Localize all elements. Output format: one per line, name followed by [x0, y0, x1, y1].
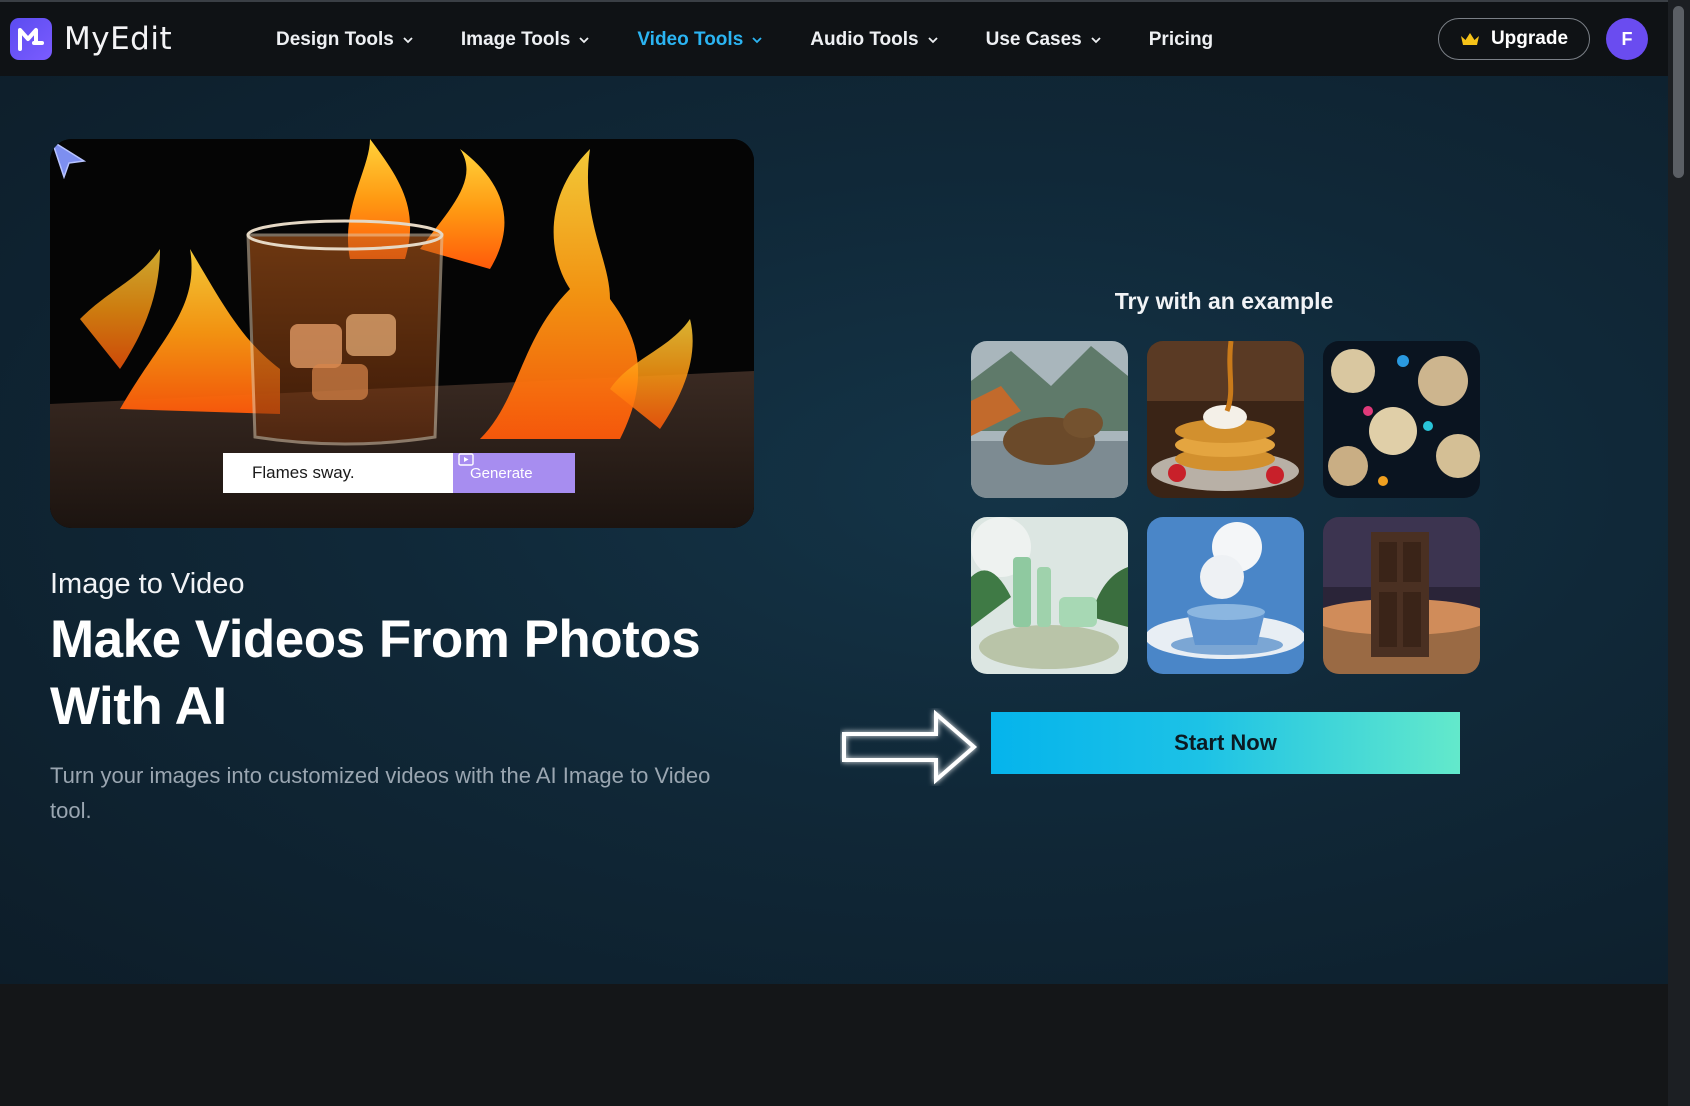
- nav-label: Video Tools: [637, 29, 744, 50]
- example-thumb-skincare[interactable]: [971, 517, 1128, 674]
- coral-reef-fish-image: [1323, 341, 1480, 498]
- myedit-logo-icon: [10, 18, 52, 60]
- pointer-cursor-icon: [50, 139, 86, 179]
- tool-category-label: Image to Video: [50, 568, 245, 600]
- nav-label: Pricing: [1148, 29, 1214, 50]
- nav-label: Design Tools: [276, 29, 394, 50]
- user-avatar[interactable]: F: [1606, 18, 1648, 60]
- upgrade-button[interactable]: Upgrade: [1438, 18, 1590, 60]
- capybara-in-water-image: [971, 341, 1128, 498]
- next-section-strip: [0, 984, 1668, 1106]
- crown-icon: [1460, 33, 1479, 45]
- example-thumb-pancakes[interactable]: [1147, 341, 1304, 498]
- nav-pricing[interactable]: Pricing: [1149, 29, 1213, 51]
- nav-audio-tools[interactable]: Audio Tools: [810, 29, 938, 51]
- brand-logo[interactable]: MyEdit: [10, 18, 172, 60]
- main-nav: Design Tools Image Tools Video Tools Aud…: [276, 2, 1261, 78]
- nav-label: Use Cases: [985, 29, 1082, 50]
- hero-demo-media: Flames sway. Generate: [50, 139, 754, 528]
- nav-design-tools[interactable]: Design Tools: [276, 29, 413, 51]
- nav-video-tools[interactable]: Video Tools: [637, 29, 762, 51]
- skincare-bottles-image: [971, 517, 1128, 674]
- examples-title: Try with an example: [1114, 288, 1334, 314]
- coffee-cup-clouds-image: [1147, 517, 1304, 674]
- upgrade-label: Upgrade: [1490, 28, 1569, 49]
- start-now-button[interactable]: Start Now: [991, 712, 1460, 774]
- chevron-down-icon: [1091, 37, 1101, 44]
- example-thumb-door[interactable]: [1323, 517, 1480, 674]
- top-navigation-bar: MyEdit Design Tools Image Tools Video To…: [0, 0, 1668, 76]
- demo-generate-label: Generate: [470, 464, 533, 482]
- video-icon: [458, 453, 474, 466]
- right-arrow-icon: [842, 709, 978, 785]
- nav-image-tools[interactable]: Image Tools: [461, 29, 589, 51]
- demo-generate-button: Generate: [453, 453, 575, 493]
- nav-label: Image Tools: [460, 29, 571, 50]
- door-in-desert-image: [1323, 517, 1480, 674]
- chevron-down-icon: [403, 37, 413, 44]
- example-thumb-capybara[interactable]: [971, 341, 1128, 498]
- hero-description: Turn your images into customized videos …: [50, 763, 711, 823]
- chevron-down-icon: [752, 37, 762, 44]
- example-thumb-coral[interactable]: [1323, 341, 1480, 498]
- demo-prompt-input: Flames sway.: [223, 453, 453, 493]
- scrollbar-thumb[interactable]: [1673, 6, 1684, 178]
- page-scrollbar[interactable]: [1668, 0, 1690, 1106]
- nav-label: Audio Tools: [810, 29, 919, 50]
- example-thumb-coffee[interactable]: [1147, 517, 1304, 674]
- nav-use-cases[interactable]: Use Cases: [986, 29, 1101, 51]
- pancakes-with-syrup-image: [1147, 341, 1304, 498]
- page-headline: Make Videos From Photos With AI: [50, 610, 701, 736]
- chevron-down-icon: [579, 37, 589, 44]
- chevron-down-icon: [927, 37, 938, 44]
- brand-name: MyEdit: [64, 21, 173, 57]
